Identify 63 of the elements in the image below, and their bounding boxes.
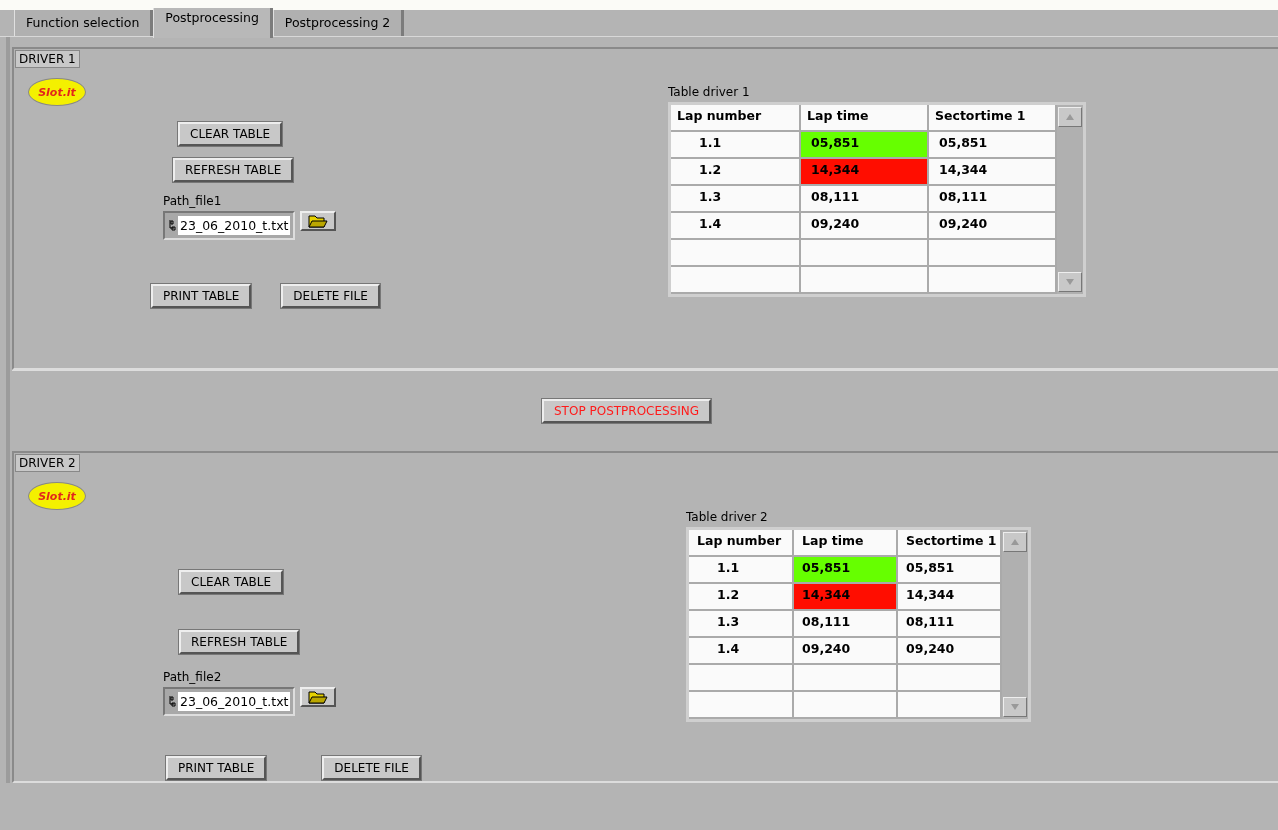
path-label: Path_file1	[163, 194, 222, 208]
scrollbar[interactable]	[1057, 105, 1083, 294]
clear-table-button[interactable]: CLEAR TABLE	[178, 122, 283, 146]
panel-label: DRIVER 2	[15, 454, 80, 472]
logo: Slot.it	[28, 482, 86, 510]
column-header: Lap number	[689, 530, 794, 557]
path-icon	[169, 696, 176, 707]
table-cell: 1.2	[689, 584, 794, 611]
panel-label: DRIVER 1	[15, 50, 80, 68]
delete-file-button[interactable]: DELETE FILE	[281, 284, 380, 308]
table-cell: 14,344	[898, 584, 1002, 611]
table-cell: 1.3	[689, 611, 794, 638]
logo: Slot.it	[28, 78, 86, 106]
column-header: Lap number	[671, 105, 801, 132]
tab[interactable]: Function selection	[14, 10, 154, 36]
column-header: Lap time	[801, 105, 929, 132]
refresh-table-button[interactable]: REFRESH TABLE	[179, 630, 300, 654]
clear-table-button[interactable]: CLEAR TABLE	[179, 570, 284, 594]
browse-button[interactable]	[300, 211, 337, 231]
table-cell: 05,851	[801, 132, 929, 159]
path-icon	[169, 220, 176, 231]
table-cell: 08,111	[898, 611, 1002, 638]
table-title: Table driver 2	[686, 510, 768, 524]
print-table-button[interactable]: PRINT TABLE	[166, 756, 267, 780]
path-field[interactable]: 23_06_2010_t.txt	[163, 687, 296, 716]
down-arrow-icon	[1011, 704, 1019, 710]
print-table-button[interactable]: PRINT TABLE	[151, 284, 252, 308]
path-field[interactable]: 23_06_2010_t.txt	[163, 211, 296, 240]
folder-icon	[308, 214, 329, 228]
table-cell: 08,111	[929, 186, 1057, 213]
table-cell: 08,111	[801, 186, 929, 213]
table-cell: 09,240	[898, 638, 1002, 665]
path-label: Path_file2	[163, 670, 222, 684]
down-arrow-icon	[1066, 279, 1074, 285]
column-header: Lap time	[794, 530, 898, 557]
table-cell: 05,851	[929, 132, 1057, 159]
table-cell: 09,240	[794, 638, 898, 665]
column-header: Sectortime 1	[929, 105, 1057, 132]
browse-button[interactable]	[300, 687, 337, 707]
table-cell: 14,344	[929, 159, 1057, 186]
table-cell: 14,344	[794, 584, 898, 611]
delete-file-button[interactable]: DELETE FILE	[322, 756, 421, 780]
table-cell: 1.4	[671, 213, 801, 240]
refresh-table-button[interactable]: REFRESH TABLE	[173, 158, 294, 182]
table-cell: 09,240	[801, 213, 929, 240]
table-cell: 14,344	[801, 159, 929, 186]
table-cell: 08,111	[794, 611, 898, 638]
table-cell: 1.4	[689, 638, 794, 665]
table-cell: 05,851	[794, 557, 898, 584]
table-cell: 1.1	[689, 557, 794, 584]
tab[interactable]: Postprocessing 2	[272, 10, 405, 36]
table-cell: 1.3	[671, 186, 801, 213]
folder-icon	[308, 690, 329, 704]
tab[interactable]: Postprocessing	[153, 8, 273, 38]
table-cell: 1.1	[671, 132, 801, 159]
table-cell: 1.2	[671, 159, 801, 186]
table-cell: 09,240	[929, 213, 1057, 240]
column-header: Sectortime 1	[898, 530, 1002, 557]
scrollbar[interactable]	[1002, 530, 1028, 719]
table-cell: 05,851	[898, 557, 1002, 584]
up-arrow-icon	[1011, 539, 1019, 545]
up-arrow-icon	[1066, 114, 1074, 120]
table-title: Table driver 1	[668, 85, 750, 99]
